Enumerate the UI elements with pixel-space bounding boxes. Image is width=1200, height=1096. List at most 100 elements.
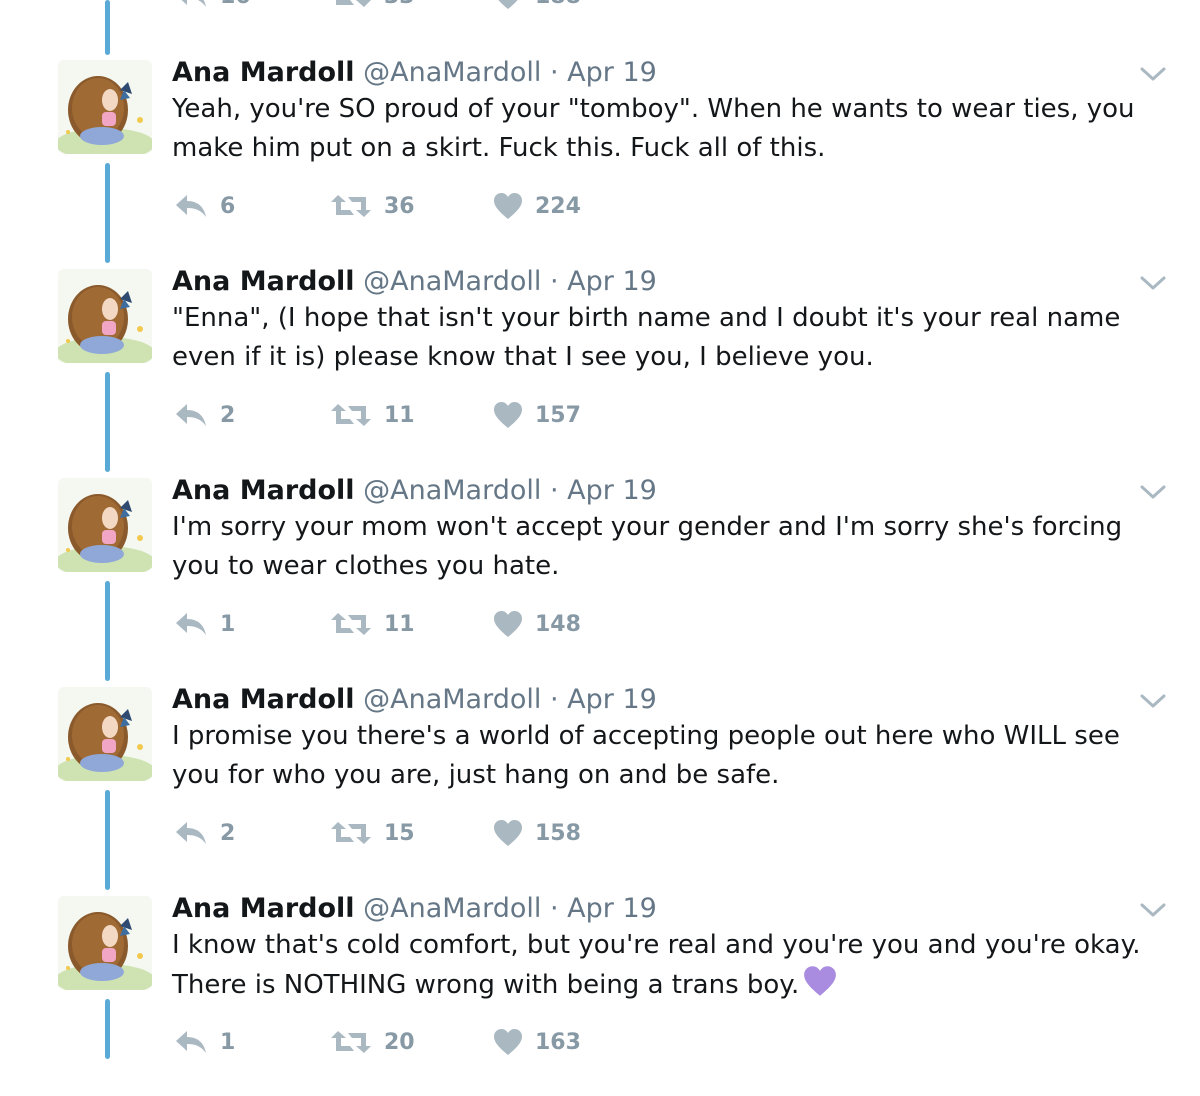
tweet-header: Ana Mardoll @AnaMardoll · Apr 19 <box>172 683 657 717</box>
avatar-illustration <box>58 687 152 781</box>
like-button[interactable]: 163 <box>493 1026 581 1058</box>
tweet-text-content: I know that's cold comfort, but you're r… <box>172 930 1141 1000</box>
separator-dot: · <box>549 684 559 715</box>
tweet: Ana Mardoll @AnaMardoll · Apr 19 "Enna",… <box>0 266 1200 469</box>
retweet-icon <box>336 0 371 7</box>
retweet-button[interactable]: 20 <box>330 1026 415 1058</box>
avatar-illustration <box>58 269 152 363</box>
tweet-text-content: I'm sorry your mom won't accept your gen… <box>172 512 1123 581</box>
user-handle[interactable]: @AnaMardoll <box>363 684 541 715</box>
like-button[interactable]: 157 <box>493 399 581 431</box>
reply-count: 1 <box>220 1029 236 1055</box>
avatar-illustration <box>58 60 152 154</box>
tweet-text-content: I promise you there's a world of accepti… <box>172 721 1120 790</box>
like-count: 158 <box>535 820 581 846</box>
reply-button[interactable]: 2 <box>174 817 235 849</box>
retweet-button[interactable]: 11 <box>330 608 415 640</box>
heart-icon <box>494 402 522 428</box>
avatar-illustration <box>58 478 152 572</box>
like-count: 157 <box>535 402 581 428</box>
chevron-down-icon[interactable] <box>1140 902 1166 918</box>
tweet-date[interactable]: Apr 19 <box>567 893 657 924</box>
heart-icon <box>494 193 522 219</box>
like-count: 188 <box>535 0 581 9</box>
reply-icon <box>176 195 206 217</box>
separator-dot: · <box>549 893 559 924</box>
user-handle[interactable]: @AnaMardoll <box>363 57 541 88</box>
avatar[interactable] <box>58 478 152 572</box>
tweet-date[interactable]: Apr 19 <box>567 266 657 297</box>
reply-icon <box>176 1031 206 1053</box>
like-button[interactable]: 148 <box>493 608 581 640</box>
display-name[interactable]: Ana Mardoll <box>172 475 355 506</box>
tweet: Ana Mardoll @AnaMardoll · Apr 19 Yeah, y… <box>0 57 1200 260</box>
tweet-date[interactable]: Apr 19 <box>567 57 657 88</box>
user-handle[interactable]: @AnaMardoll <box>363 475 541 506</box>
tweet-header: Ana Mardoll @AnaMardoll · Apr 19 <box>172 892 657 926</box>
tweet-date[interactable]: Apr 19 <box>567 684 657 715</box>
tweet: Ana Mardoll @AnaMardoll · Apr 19 I know … <box>0 893 1200 1096</box>
display-name[interactable]: Ana Mardoll <box>172 893 355 924</box>
retweet-count: 15 <box>384 820 415 846</box>
tweet: Ana Mardoll @AnaMardoll · Apr 19 I'm sor… <box>0 475 1200 678</box>
retweet-button[interactable]: 33 <box>330 0 415 12</box>
retweet-count: 11 <box>384 402 415 428</box>
reply-count: 2 <box>220 820 236 846</box>
like-button[interactable]: 158 <box>493 817 581 849</box>
chevron-down-icon[interactable] <box>1140 66 1166 82</box>
heart-icon <box>494 820 522 846</box>
tweet-actions: 2 15 158 <box>0 817 700 849</box>
tweet-text: Yeah, you're SO proud of your "tomboy". … <box>172 90 1172 168</box>
reply-button[interactable]: 2 <box>174 399 235 431</box>
tweet-actions: 1 20 163 <box>0 1026 700 1058</box>
user-handle[interactable]: @AnaMardoll <box>363 266 541 297</box>
tweet-header: Ana Mardoll @AnaMardoll · Apr 19 <box>172 265 657 299</box>
reply-button[interactable]: 6 <box>174 190 235 222</box>
tweet: Ana Mardoll @AnaMardoll · Apr 19 I promi… <box>0 684 1200 887</box>
like-button[interactable]: 188 <box>493 0 581 12</box>
tweet-date[interactable]: Apr 19 <box>567 475 657 506</box>
retweet-button[interactable]: 36 <box>330 190 415 222</box>
display-name[interactable]: Ana Mardoll <box>172 266 355 297</box>
separator-dot: · <box>549 266 559 297</box>
reply-count: 16 <box>220 0 251 9</box>
like-count: 163 <box>535 1029 581 1055</box>
reply-button[interactable]: 1 <box>174 1026 235 1058</box>
retweet-icon <box>331 1031 371 1053</box>
retweet-count: 36 <box>384 193 415 219</box>
retweet-button[interactable]: 11 <box>330 399 415 431</box>
separator-dot: · <box>549 475 559 506</box>
display-name[interactable]: Ana Mardoll <box>172 57 355 88</box>
avatar-illustration <box>58 896 152 990</box>
reply-count: 1 <box>220 611 236 637</box>
retweet-icon <box>331 195 371 217</box>
chevron-down-icon[interactable] <box>1140 275 1166 291</box>
chevron-down-icon[interactable] <box>1140 484 1166 500</box>
reply-icon <box>176 404 206 426</box>
avatar[interactable] <box>58 269 152 363</box>
tweet-text-content: "Enna", (I hope that isn't your birth na… <box>172 303 1121 372</box>
avatar[interactable] <box>58 60 152 154</box>
reply-count: 2 <box>220 402 236 428</box>
reply-button[interactable]: 1 <box>174 608 235 640</box>
tweet-text-content: Yeah, you're SO proud of your "tomboy". … <box>172 94 1135 163</box>
retweet-icon <box>331 822 371 844</box>
like-button[interactable]: 224 <box>493 190 581 222</box>
reply-button[interactable]: 16 <box>174 0 251 12</box>
tweet-text: I promise you there's a world of accepti… <box>172 717 1172 795</box>
avatar[interactable] <box>58 896 152 990</box>
tweet-actions: 6 36 224 <box>0 190 700 222</box>
retweet-icon <box>331 613 371 635</box>
like-count: 224 <box>535 193 581 219</box>
heart-icon <box>498 0 518 9</box>
retweet-button[interactable]: 15 <box>330 817 415 849</box>
tweet-actions: 1 11 148 <box>0 608 700 640</box>
tweet-header: Ana Mardoll @AnaMardoll · Apr 19 <box>172 474 657 508</box>
chevron-down-icon[interactable] <box>1140 693 1166 709</box>
display-name[interactable]: Ana Mardoll <box>172 684 355 715</box>
reply-icon <box>176 613 206 635</box>
user-handle[interactable]: @AnaMardoll <box>363 893 541 924</box>
tweet-text: I know that's cold comfort, but you're r… <box>172 926 1172 1005</box>
avatar[interactable] <box>58 687 152 781</box>
tweet-text: "Enna", (I hope that isn't your birth na… <box>172 299 1172 377</box>
